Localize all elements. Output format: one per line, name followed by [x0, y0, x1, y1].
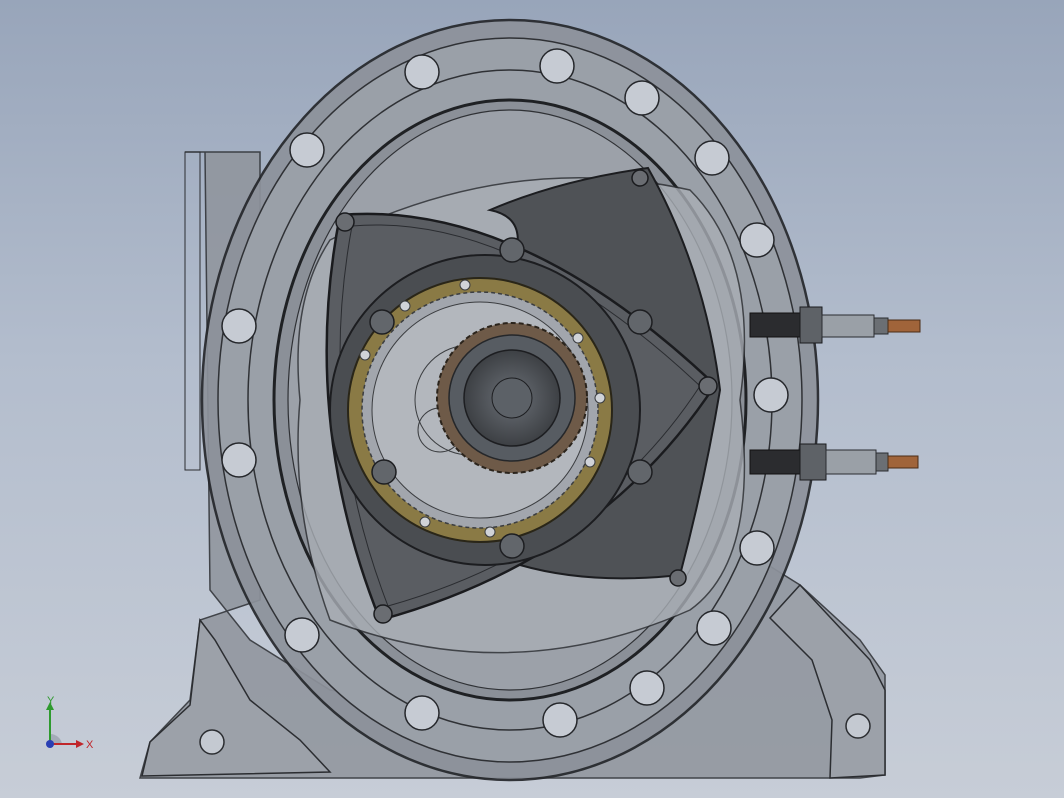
x-axis-arrow [76, 740, 84, 748]
x-axis-label: X [86, 739, 94, 751]
mount-hole-right [845, 713, 871, 739]
apex-seal-2 [698, 376, 718, 396]
mount-hole-left [199, 729, 225, 755]
apex-seal-5 [669, 569, 687, 587]
rotary-engine-model[interactable] [0, 0, 1064, 798]
apex-seal-4 [631, 169, 649, 187]
axis-triad: Y X [46, 696, 94, 751]
y-axis-label: Y [47, 696, 55, 707]
apex-seal-3 [373, 604, 393, 624]
apex-seal-1 [335, 212, 355, 232]
graphics-viewport[interactable]: Y X [0, 0, 1064, 798]
z-axis-dot [46, 740, 54, 748]
